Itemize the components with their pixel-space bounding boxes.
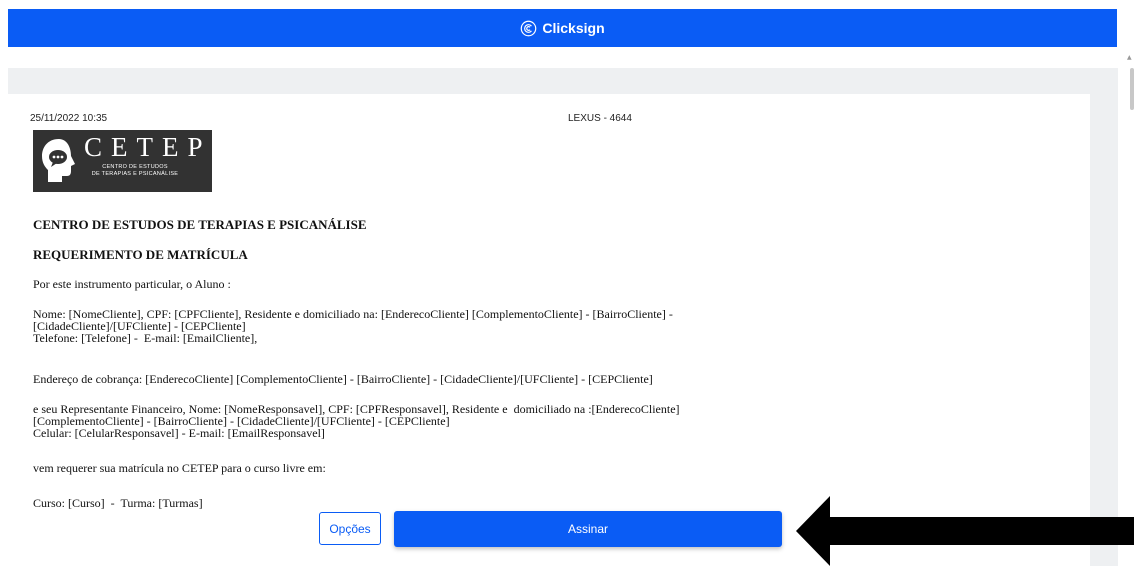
top-bar: Clicksign xyxy=(8,9,1117,47)
cetep-logo: CETEP CENTRO DE ESTUDOS DE TERAPIAS E PS… xyxy=(33,130,212,192)
curso-line: Curso: [Curso] - Turma: [Turmas] xyxy=(33,496,203,510)
cobranca-line: Endereço de cobrança: [EnderecoCliente] … xyxy=(33,372,653,386)
intro-text: Por este instrumento particular, o Aluno… xyxy=(33,277,231,291)
heading-institution: CENTRO DE ESTUDOS DE TERAPIAS E PSICANÁL… xyxy=(33,217,367,232)
scroll-up-icon[interactable]: ▲ xyxy=(1127,54,1132,61)
heading-requerimento: REQUERIMENTO DE MATRÍCULA xyxy=(33,247,248,262)
left-arrow-icon xyxy=(796,496,1134,566)
options-button[interactable]: Opções xyxy=(319,512,381,545)
logo-subtitle-line2: DE TERAPIAS E PSICANÁLISE xyxy=(91,171,179,177)
brand-name: Clicksign xyxy=(542,20,605,36)
viewer-toolbar-strip xyxy=(8,68,1118,94)
logo-subtitle-line1: CENTRO DE ESTUDOS xyxy=(102,164,168,170)
document-code: LEXUS - 4644 xyxy=(568,113,632,124)
logo-subtitle: CENTRO DE ESTUDOS DE TERAPIAS E PSICANÁL… xyxy=(81,164,189,178)
responsavel-line-3: Celular: [CelularResponsavel] - E-mail: … xyxy=(33,426,325,440)
scroll-thumb[interactable] xyxy=(1130,68,1134,110)
requerer-line: vem requerer sua matrícula no CETEP para… xyxy=(33,461,326,475)
clicksign-logo-icon xyxy=(521,20,537,36)
print-timestamp: 25/11/2022 10:35 xyxy=(30,113,108,124)
vertical-scrollbar[interactable]: ▲ xyxy=(1126,54,1134,566)
sign-button[interactable]: Assinar xyxy=(394,511,782,547)
logo-title: CETEP xyxy=(84,132,212,162)
aluno-line-3: Telefone: [Telefone] - E-mail: [EmailCli… xyxy=(33,331,258,345)
head-chat-icon xyxy=(42,139,75,182)
brand: Clicksign xyxy=(520,20,605,37)
